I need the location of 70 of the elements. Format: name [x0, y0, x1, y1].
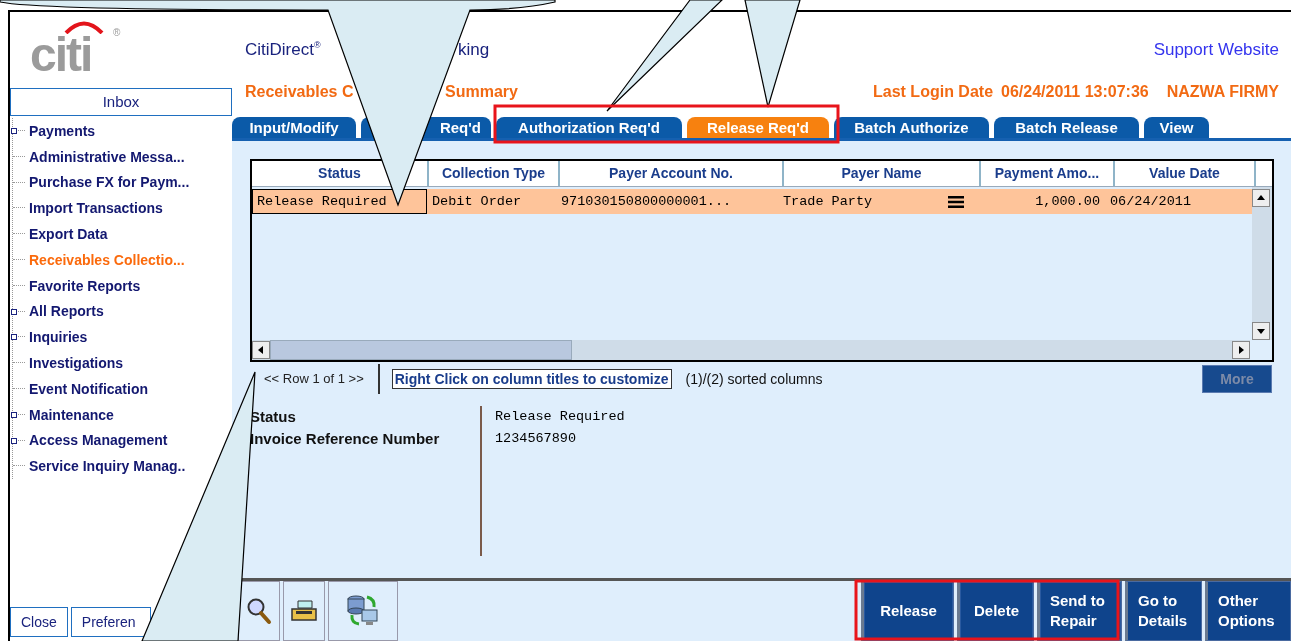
app-title: king — [458, 40, 490, 60]
expand-box-icon[interactable] — [11, 128, 17, 134]
nav-item[interactable]: Administrative Messa... — [29, 148, 185, 165]
detail-value: 1234567890 — [495, 430, 577, 448]
nav-item[interactable]: Access Management — [29, 432, 168, 449]
menu-icon[interactable] — [948, 195, 964, 208]
nav-item[interactable]: Export Data — [29, 226, 108, 243]
logo-text: citi — [30, 36, 92, 75]
expand-box-icon[interactable] — [11, 334, 17, 341]
last-login-date: 06/24/2011 13:07:36 — [1001, 83, 1149, 101]
nav-item[interactable]: Payments — [29, 122, 96, 139]
nav-item[interactable]: Event Notification — [29, 380, 148, 397]
nav-item[interactable]: Import Transactions — [29, 200, 163, 217]
action-button[interactable]: Release — [861, 581, 954, 641]
table-cell-text: 1,000.00 — [1035, 193, 1100, 211]
sync-button[interactable] — [328, 581, 398, 641]
detail-label: Invoice Reference Number — [250, 429, 441, 449]
table-cell-text: Debit Order — [432, 193, 522, 211]
nav-item[interactable]: Favorite Reports — [29, 277, 141, 294]
table-cell-text: 06/24/2011 — [1110, 193, 1191, 211]
search-button[interactable] — [238, 581, 280, 641]
tab[interactable]: Authorization Req'd — [496, 117, 682, 138]
nav-item[interactable]: Inquiries — [29, 329, 88, 346]
search-icon — [246, 597, 272, 625]
page-title: Receivables C — [245, 83, 355, 101]
support-link[interactable]: Support Website — [1153, 40, 1279, 60]
expand-box-icon[interactable] — [11, 411, 17, 418]
tab[interactable]: Input/Modify — [232, 117, 356, 138]
registered-mark: ® — [113, 28, 121, 38]
detail-value: Release Required — [495, 408, 625, 426]
action-button[interactable]: Go to Details — [1125, 581, 1202, 641]
scroll-right-icon[interactable] — [1232, 341, 1250, 359]
column-header[interactable]: Payer Name — [784, 161, 981, 186]
expand-box-icon[interactable] — [11, 308, 17, 315]
scroll-down-icon[interactable] — [1252, 322, 1270, 340]
vertical-scrollbar[interactable] — [1252, 187, 1272, 340]
nav-item[interactable]: Investigations — [29, 355, 124, 372]
print-button[interactable] — [283, 581, 325, 641]
action-button[interactable]: Delete — [957, 581, 1034, 641]
table-cell-text: 971030150800000001... — [561, 193, 732, 211]
table-cell-text: Trade Party — [783, 193, 873, 211]
sidebar-button[interactable]: Close — [10, 607, 68, 637]
last-login-label: Last Login Date — [873, 83, 994, 101]
logo-arc-icon — [64, 20, 104, 34]
tab[interactable]: Batch Authorize — [834, 117, 989, 138]
page-title: Summary — [445, 83, 518, 101]
horizontal-scrollbar[interactable] — [252, 340, 1250, 360]
printer-icon — [290, 599, 318, 623]
tab[interactable]: Batch Release — [994, 117, 1139, 138]
expand-box-icon[interactable] — [11, 437, 17, 444]
inbox-tab[interactable]: Inbox — [10, 88, 232, 116]
table-row[interactable]: Release Required Debit Order 971030150800000001... Trade Party 1,000.00 06/24/2011 — [252, 189, 1252, 214]
column-header[interactable]: Payer Account No. — [560, 161, 784, 186]
nav-item[interactable]: All Reports — [29, 303, 104, 320]
column-header[interactable]: Collection Type — [429, 161, 560, 186]
company-name: NAZWA FIRMY — [1166, 83, 1279, 101]
action-button[interactable]: Other Options — [1205, 581, 1291, 641]
table-cell-text: Release Required — [257, 193, 387, 211]
column-header[interactable]: Payment Amo... — [981, 161, 1115, 186]
nav-item[interactable]: Service Inquiry Manag.. — [29, 458, 186, 475]
scroll-left-icon[interactable] — [252, 341, 270, 359]
app-title: CitiDirect$^{®}$ — [245, 40, 322, 60]
computer-sync-icon — [347, 594, 379, 628]
tab[interactable]: View — [1144, 117, 1209, 138]
customize-hint[interactable]: Right Click on column titles to customize — [391, 369, 672, 389]
scroll-up-icon[interactable] — [1252, 189, 1270, 207]
nav-item[interactable]: Purchase FX for Paym... — [29, 174, 190, 191]
sidebar-button[interactable]: Preferen — [70, 607, 151, 637]
sort-info: (1)/(2) sorted columns — [685, 371, 823, 387]
nav-item[interactable]: Maintenance — [29, 406, 114, 423]
